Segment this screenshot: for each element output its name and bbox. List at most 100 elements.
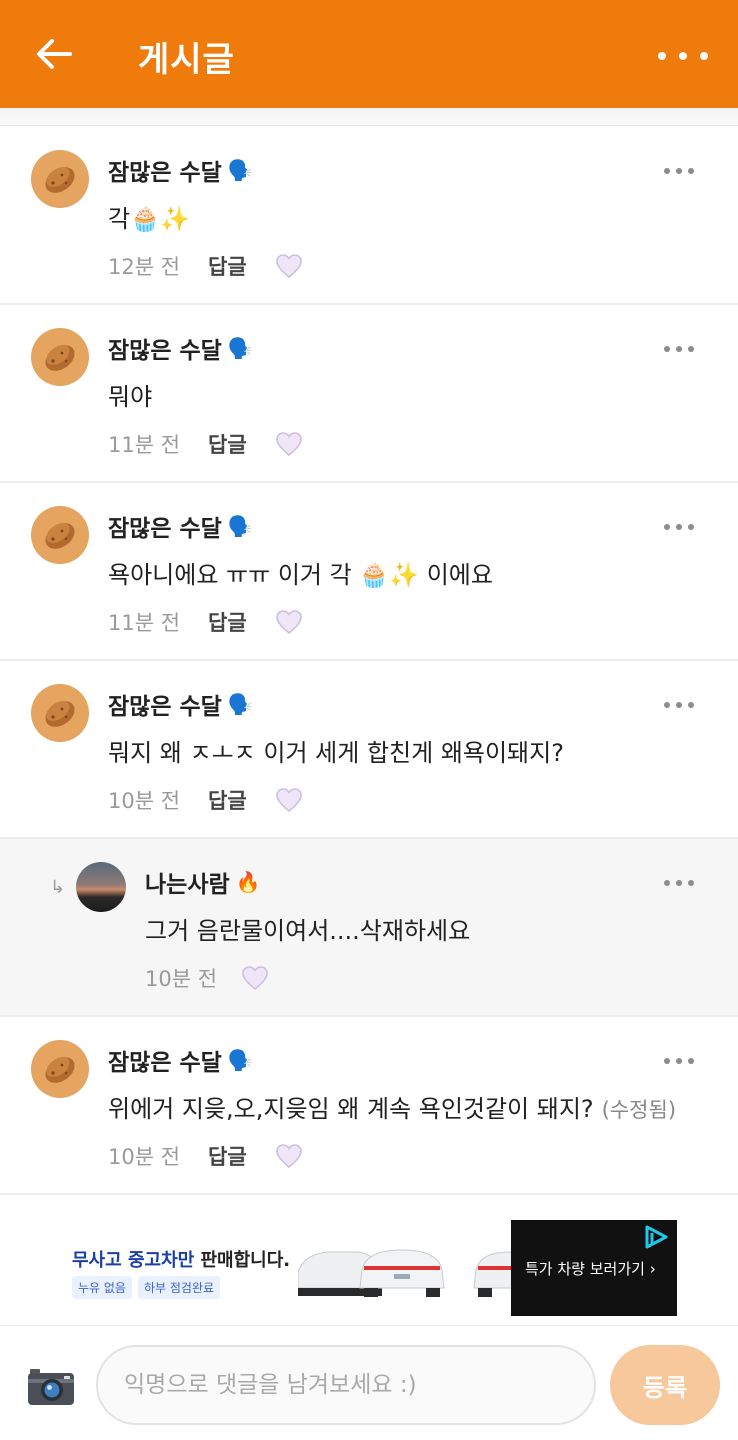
- ad-cta-label: 특가 차량 보러가기 ›: [525, 1260, 656, 1278]
- comment-body: 뭐야: [108, 383, 153, 411]
- author-badge-icon: 🗣️: [227, 514, 253, 538]
- comment-item: 잠많은 수달 🗣️ 뭐지 왜 ㅈㅗㅈ 이거 세게 합친게 왜욕이돼지? 10분 …: [0, 661, 738, 839]
- comment-composer: 등록: [0, 1327, 738, 1440]
- potato-icon: [45, 345, 75, 371]
- ad-tag: 누유 없음: [72, 1276, 132, 1299]
- comment-text: 위에거 지읒,오,지읒임 왜 계속 욕인것같이 돼지? (수정됨): [108, 1089, 676, 1124]
- author-row: 나는사람 🔥: [145, 865, 261, 899]
- comment-list: 잠많은 수달 🗣️ 각🧁✨ 12분 전 답글 잠많은 수달 🗣️ 뭐야 11분 …: [0, 127, 738, 1195]
- author-row: 잠많은 수달 🗣️: [108, 153, 253, 187]
- comment-meta: 10분 전 답글: [108, 1141, 303, 1171]
- comment-text: 뭐야: [108, 377, 152, 412]
- ad-banner[interactable]: 무사고 중고차만 판매합니다. 누유 없음 하부 점검완료 특가 차량 보러가기…: [0, 1198, 738, 1326]
- potato-icon: [45, 523, 75, 549]
- comment-item: ↳ 나는사람 🔥 그거 음란물이여서....삭재하세요 10분 전: [0, 839, 738, 1017]
- ad-headline-highlight: 무사고 중고차만: [72, 1250, 195, 1271]
- author-name[interactable]: 잠많은 수달: [108, 687, 222, 721]
- reply-button[interactable]: 답글: [208, 607, 247, 637]
- comment-body: 뭐지 왜 ㅈㅗㅈ 이거 세게 합친게 왜욕이돼지?: [108, 739, 564, 767]
- heart-icon[interactable]: [275, 253, 303, 279]
- comment-meta: 12분 전 답글: [108, 251, 303, 281]
- author-badge-icon: 🔥: [235, 870, 261, 894]
- ad-cta-button[interactable]: 특가 차량 보러가기 ›: [511, 1220, 677, 1316]
- back-arrow-icon[interactable]: [30, 30, 78, 78]
- comment-input[interactable]: [96, 1345, 596, 1425]
- author-name[interactable]: 나는사람: [145, 865, 230, 899]
- comment-more-icon[interactable]: [664, 523, 694, 531]
- camera-icon[interactable]: [26, 1363, 76, 1407]
- comment-text: 욕아니에요 ㅠㅠ 이거 각 🧁✨ 이에요: [108, 555, 493, 590]
- comment-item: 잠많은 수달 🗣️ 뭐야 11분 전 답글: [0, 305, 738, 483]
- author-row: 잠많은 수달 🗣️: [108, 687, 253, 721]
- car-image: [359, 1249, 445, 1297]
- heart-icon[interactable]: [241, 965, 269, 991]
- heart-icon[interactable]: [275, 609, 303, 635]
- heart-icon[interactable]: [275, 787, 303, 813]
- reply-indent-icon: ↳: [50, 877, 66, 898]
- author-name[interactable]: 잠많은 수달: [108, 331, 222, 365]
- avatar[interactable]: [31, 1040, 89, 1098]
- comment-item: 잠많은 수달 🗣️ 위에거 지읒,오,지읒임 왜 계속 욕인것같이 돼지? (수정…: [0, 1017, 738, 1195]
- comment-text: 그거 음란물이여서....삭재하세요: [145, 911, 470, 946]
- comment-time: 11분 전: [108, 611, 181, 635]
- comment-more-icon[interactable]: [664, 345, 694, 353]
- comment-time: 12분 전: [108, 255, 181, 279]
- heart-icon[interactable]: [275, 1143, 303, 1169]
- potato-icon: [45, 701, 75, 727]
- comment-time: 10분 전: [108, 1145, 181, 1169]
- submit-button[interactable]: 등록: [610, 1345, 720, 1425]
- heart-icon[interactable]: [275, 431, 303, 457]
- avatar[interactable]: [31, 328, 89, 386]
- app-bar: 게시글: [0, 0, 738, 108]
- comment-more-icon[interactable]: [664, 167, 694, 175]
- reply-button[interactable]: 답글: [208, 429, 247, 459]
- comment-more-icon[interactable]: [664, 879, 694, 887]
- ad-headline-rest: 판매합니다.: [194, 1250, 291, 1271]
- comment-text: 뭐지 왜 ㅈㅗㅈ 이거 세게 합친게 왜욕이돼지?: [108, 733, 564, 768]
- comment-item: 잠많은 수달 🗣️ 욕아니에요 ㅠㅠ 이거 각 🧁✨ 이에요 11분 전 답글: [0, 483, 738, 661]
- author-badge-icon: 🗣️: [227, 158, 253, 182]
- comment-meta: 11분 전 답글: [108, 607, 303, 637]
- comment-time: 11분 전: [108, 433, 181, 457]
- reply-button[interactable]: 답글: [208, 1141, 247, 1171]
- author-badge-icon: 🗣️: [227, 1048, 253, 1072]
- avatar[interactable]: [31, 506, 89, 564]
- comment-body: 그거 음란물이여서....삭재하세요: [145, 917, 471, 945]
- comment-more-icon[interactable]: [664, 1057, 694, 1065]
- author-name[interactable]: 잠많은 수달: [108, 509, 222, 543]
- comment-more-icon[interactable]: [664, 701, 694, 709]
- edited-label: (수정됨): [601, 1098, 677, 1122]
- comment-meta: 10분 전 답글: [108, 785, 303, 815]
- ad-creative[interactable]: 무사고 중고차만 판매합니다. 누유 없음 하부 점검완료 특가 차량 보러가기…: [62, 1220, 677, 1316]
- author-row: 잠많은 수달 🗣️: [108, 509, 253, 543]
- comment-body: 위에거 지읒,오,지읒임 왜 계속 욕인것같이 돼지?: [108, 1095, 594, 1123]
- avatar-photo[interactable]: [76, 862, 126, 912]
- author-name[interactable]: 잠많은 수달: [108, 1043, 222, 1077]
- author-name[interactable]: 잠많은 수달: [108, 153, 222, 187]
- comment-time: 10분 전: [145, 967, 218, 991]
- comment-time: 10분 전: [108, 789, 181, 813]
- top-divider: [0, 108, 738, 126]
- ad-tags: 누유 없음 하부 점검완료: [72, 1276, 221, 1299]
- author-badge-icon: 🗣️: [227, 692, 253, 716]
- potato-icon: [45, 1057, 75, 1083]
- comment-body: 욕아니에요 ㅠㅠ 이거 각 🧁✨ 이에요: [108, 561, 493, 589]
- ad-tag: 하부 점검완료: [137, 1276, 221, 1299]
- author-row: 잠많은 수달 🗣️: [108, 331, 253, 365]
- author-badge-icon: 🗣️: [227, 336, 253, 360]
- comment-body: 각🧁✨: [108, 205, 190, 233]
- comment-meta: 11분 전 답글: [108, 429, 303, 459]
- more-options-icon[interactable]: [658, 36, 708, 76]
- avatar[interactable]: [31, 150, 89, 208]
- comment-item: 잠많은 수달 🗣️ 각🧁✨ 12분 전 답글: [0, 127, 738, 305]
- author-row: 잠많은 수달 🗣️: [108, 1043, 253, 1077]
- page-title: 게시글: [138, 40, 235, 80]
- avatar[interactable]: [31, 684, 89, 742]
- reply-button[interactable]: 답글: [208, 785, 247, 815]
- reply-button[interactable]: 답글: [208, 251, 247, 281]
- ad-headline: 무사고 중고차만 판매합니다.: [72, 1246, 290, 1272]
- potato-icon: [45, 167, 75, 193]
- comment-meta: 10분 전: [145, 963, 269, 993]
- comment-text: 각🧁✨: [108, 199, 190, 234]
- ad-logo-icon: [645, 1225, 668, 1249]
